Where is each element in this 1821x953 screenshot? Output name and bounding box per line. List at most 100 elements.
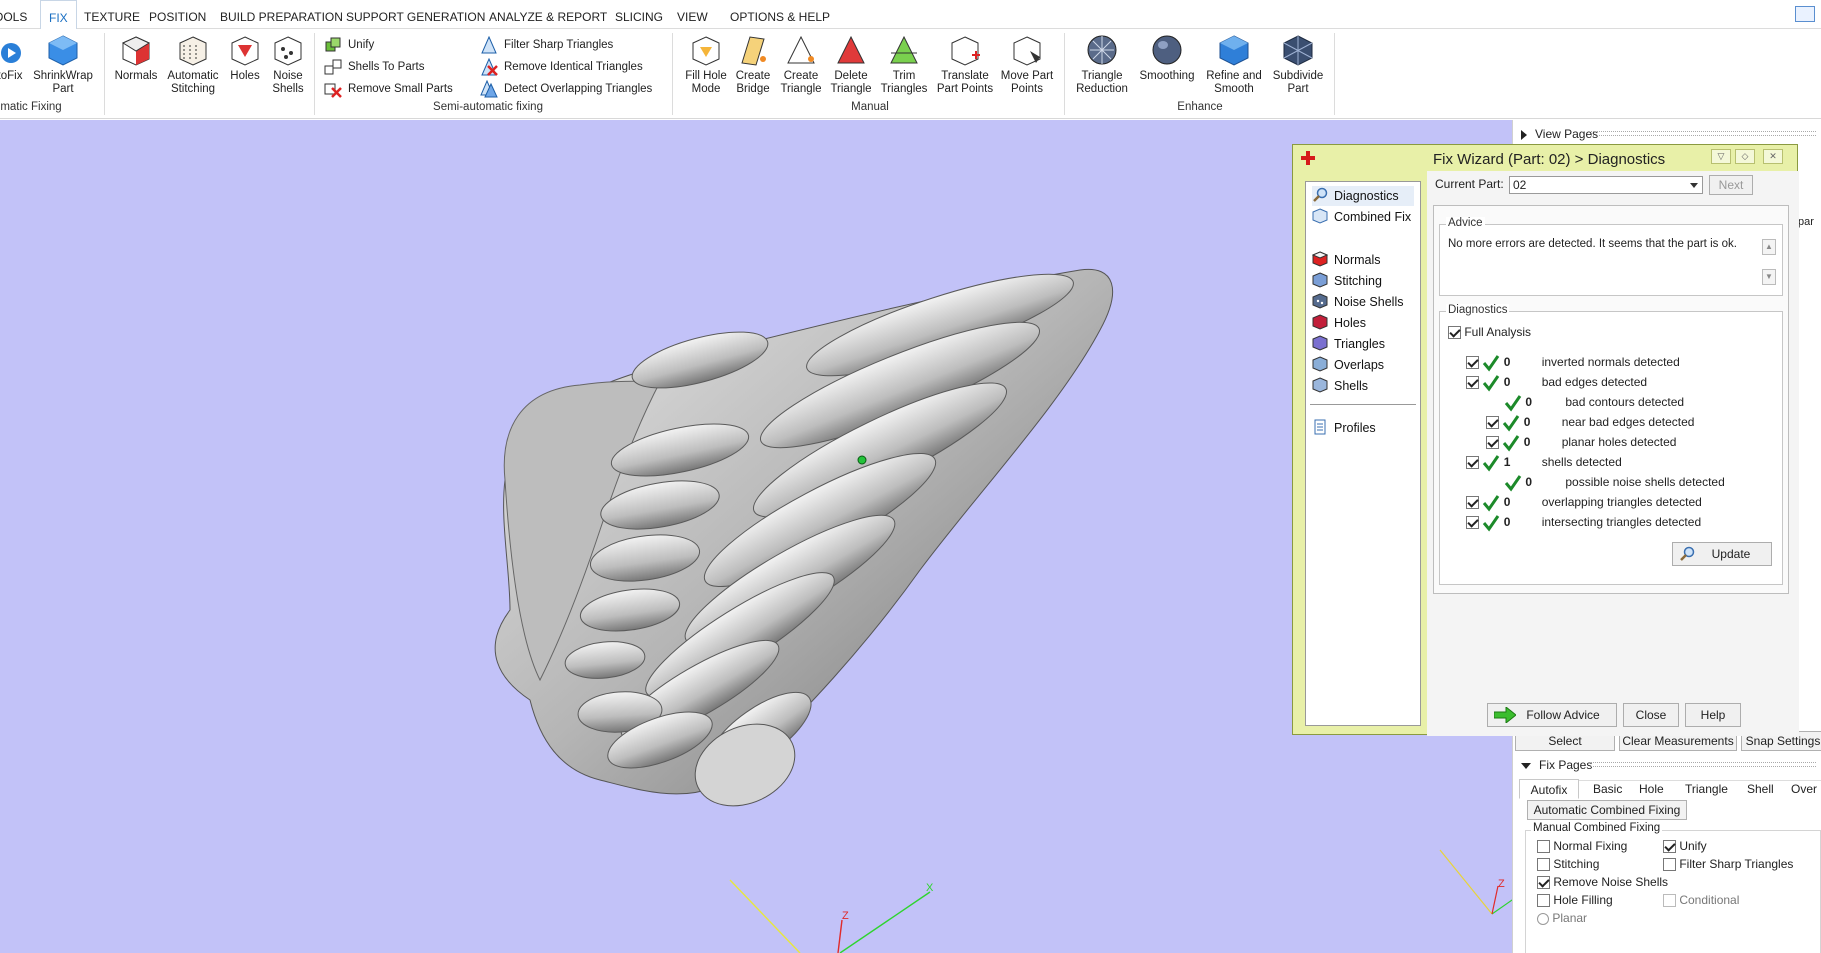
autofix-button[interactable]: toFix [0,33,26,83]
next-button[interactable]: Next [1709,175,1753,195]
help-button[interactable]: Help [1685,703,1741,727]
stitching-label: Automatic [167,70,219,82]
menu-fix[interactable]: FIX [40,0,77,30]
tab-shell[interactable]: Shell [1747,779,1774,799]
update-button[interactable]: Update [1672,542,1772,566]
noise-shells-button[interactable]: Noise Shells [268,33,308,96]
overlaps-cube-icon [1312,356,1328,372]
nav-normals[interactable]: Normals [1312,250,1381,270]
nav-diagnostics[interactable]: Diagnostics [1312,186,1414,206]
drag-handle[interactable] [1591,762,1816,767]
unify-button[interactable]: Unify [324,34,374,56]
row-checkbox[interactable] [1486,436,1499,450]
diag-row-overlapping: 0 overlapping triangles detected [1466,492,1702,512]
nav-profiles[interactable]: Profiles [1312,418,1376,438]
follow-advice-button[interactable]: Follow Advice [1487,703,1617,727]
wing-model[interactable] [0,120,1512,953]
create-triangle-button[interactable]: Create Triangle [778,33,824,96]
menu-slicing[interactable]: SLICING [615,0,663,29]
row-checkbox[interactable] [1486,416,1499,430]
tab-basic[interactable]: Basic [1593,779,1622,799]
dialog-titlebar[interactable]: Fix Wizard (Part: 02) > Diagnostics ▽ ◇ … [1293,145,1797,173]
create-triangle-label: Create [783,70,819,82]
menu-position[interactable]: POSITION [149,0,206,29]
nav-stitching[interactable]: Stitching [1312,271,1382,291]
restore-button[interactable]: ◇ [1735,149,1755,164]
current-part-select[interactable]: 02 [1509,176,1703,194]
normals-button[interactable]: Normals [112,33,160,83]
subdivide-icon [1283,35,1313,66]
scroll-down-button[interactable]: ▼ [1762,269,1776,285]
nav-shells[interactable]: Shells [1312,376,1368,396]
subdivide-part-button[interactable]: Subdivide Part [1268,33,1328,96]
close-window-button[interactable]: ✕ [1763,149,1783,164]
view-pages-header[interactable]: View Pages [1521,127,1598,141]
automatic-stitching-button[interactable]: Automatic Stitching [164,33,222,96]
fix-pages-header[interactable]: Fix Pages [1521,758,1592,772]
conditional-checkbox[interactable]: Conditional [1663,891,1739,909]
nav-combined-fix[interactable]: Combined Fix [1312,207,1411,227]
refine-and-smooth-button[interactable]: Refine and Smooth [1202,33,1266,96]
row-checkbox[interactable] [1466,356,1479,370]
shells-to-parts-button[interactable]: Shells To Parts [324,56,425,78]
tab-autofix[interactable]: Autofix [1519,779,1579,799]
planar-radio[interactable]: Planar [1537,909,1587,927]
nav-noise-shells[interactable]: Noise Shells [1312,292,1403,312]
menu-tools[interactable]: OOLS [0,0,27,29]
translate-points-label: Translate [941,70,989,82]
detect-overlapping-triangles-button[interactable]: Detect Overlapping Triangles [480,78,652,100]
holes-button[interactable]: Holes [226,33,264,83]
normals-label: Normals [114,70,158,82]
menu-support-generation[interactable]: SUPPORT GENERATION [346,0,485,29]
fill-hole-mode-button[interactable]: Fill Hole Mode [680,33,732,96]
close-button[interactable]: Close [1623,703,1679,727]
tab-overlap[interactable]: Over [1791,779,1817,799]
stitching-checkbox[interactable]: Stitching [1537,855,1599,873]
nav-overlaps[interactable]: Overlaps [1312,355,1384,375]
shrinkwrap-part-button[interactable]: ShrinkWrap Part [30,33,96,96]
drag-handle[interactable] [1591,131,1816,136]
hole-filling-checkbox[interactable]: Hole Filling [1537,891,1613,909]
remove-identical-triangles-button[interactable]: Remove Identical Triangles [480,56,643,78]
diag-label: planar holes detected [1561,435,1677,449]
row-checkbox[interactable] [1466,516,1479,530]
current-part-value: 02 [1513,178,1527,192]
trim-triangles-button[interactable]: Trim Triangles [878,33,930,96]
smoothing-button[interactable]: Smoothing [1136,33,1198,83]
tri-reduction-label-2: Reduction [1076,83,1128,95]
automatic-combined-fixing-button[interactable]: Automatic Combined Fixing [1527,800,1687,820]
menu-analyze-report[interactable]: ANALYZE & REPORT [489,0,607,29]
scroll-up-button[interactable]: ▲ [1762,239,1776,255]
minimize-button[interactable]: ▽ [1711,149,1731,164]
normal-fixing-checkbox[interactable]: Normal Fixing [1537,837,1627,855]
row-checkbox[interactable] [1466,456,1479,470]
filter-sharp-checkbox[interactable]: Filter Sharp Triangles [1663,855,1793,873]
menu-build-preparation[interactable]: BUILD PREPARATION [220,0,343,29]
move-part-points-button[interactable]: Move Part Points [998,33,1056,96]
3d-viewport[interactable]: X Z X Z [0,120,1512,953]
filter-sharp-label: Filter Sharp Triangles [1679,857,1794,871]
filter-sharp-triangles-button[interactable]: Filter Sharp Triangles [480,34,613,56]
menu-texture[interactable]: TEXTURE [84,0,140,29]
menu-options-help[interactable]: OPTIONS & HELP [730,0,830,29]
window-icon[interactable] [1795,6,1815,22]
triangle-reduction-button[interactable]: Triangle Reduction [1072,33,1132,96]
full-analysis-checkbox[interactable]: Full Analysis [1448,322,1531,342]
nav-triangles[interactable]: Triangles [1312,334,1385,354]
remove-noise-shells-checkbox[interactable]: Remove Noise Shells [1537,873,1668,891]
partial-label: par [1798,216,1814,228]
smoothing-icon [1152,35,1182,65]
row-checkbox[interactable] [1466,496,1479,510]
nav-holes[interactable]: Holes [1312,313,1366,333]
menu-view[interactable]: VIEW [677,0,708,29]
translate-part-points-button[interactable]: Translate Part Points [934,33,996,96]
remove-small-parts-button[interactable]: Remove Small Parts [324,78,453,100]
tab-triangle[interactable]: Triangle [1685,779,1728,799]
tab-hole[interactable]: Hole [1639,779,1664,799]
delete-triangle-button[interactable]: Delete Triangle [826,33,876,96]
row-checkbox[interactable] [1466,376,1479,390]
wizard-content: Current Part: 02 Next Advice No more err… [1427,171,1799,736]
diag-count: 1 [1503,455,1511,469]
create-bridge-button[interactable]: Create Bridge [730,33,776,96]
unify-checkbox[interactable]: Unify [1663,837,1707,855]
